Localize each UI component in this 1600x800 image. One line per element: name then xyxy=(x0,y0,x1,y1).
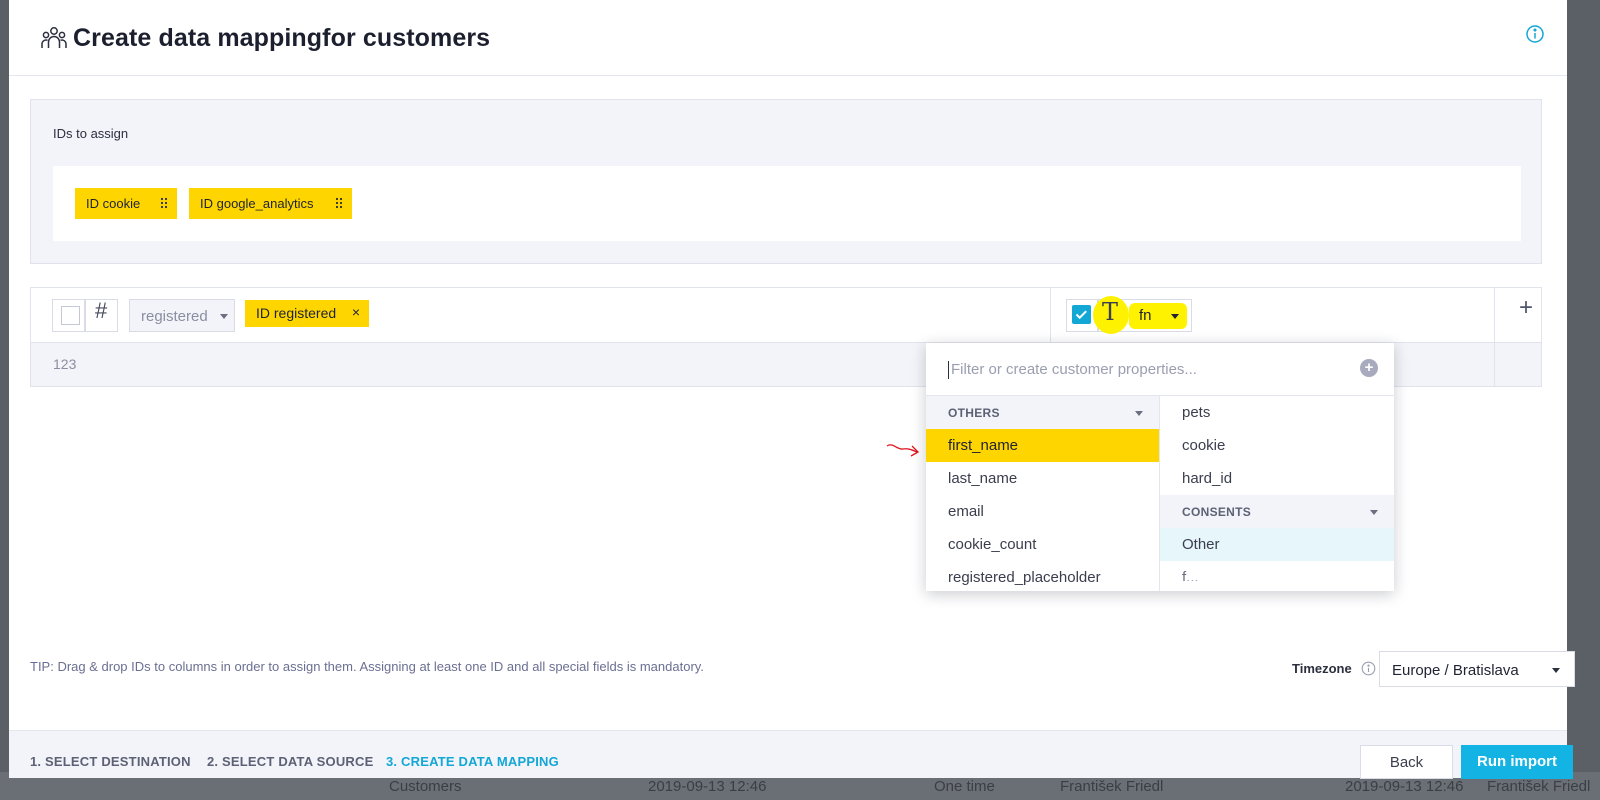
property-list-left: OTHERS first_name last_name email cookie… xyxy=(926,396,1160,591)
info-icon[interactable] xyxy=(1361,661,1376,676)
section-header-consents[interactable]: CONSENTS xyxy=(1160,495,1394,528)
bg-row-name: Customers xyxy=(389,778,462,795)
timezone-value: Europe / Bratislava xyxy=(1392,662,1519,679)
back-button[interactable]: Back xyxy=(1360,745,1453,779)
step-select-destination[interactable]: 1. SELECT DESTINATION xyxy=(30,754,191,769)
property-filter-bar: Filter or create customer properties... … xyxy=(926,343,1394,396)
annotation-arrow xyxy=(886,444,920,457)
number-type-icon[interactable]: # xyxy=(95,298,107,324)
assigned-id-label: ID registered xyxy=(256,305,337,321)
property-item-last-name[interactable]: last_name xyxy=(926,462,1159,495)
section-title: OTHERS xyxy=(948,406,1000,420)
property-item-cookie[interactable]: cookie xyxy=(1160,429,1394,462)
timezone-select[interactable]: Europe / Bratislava xyxy=(1379,651,1575,687)
modal-header: Create data mappingfor customers xyxy=(9,0,1567,76)
source-column-checkbox[interactable] xyxy=(61,306,80,325)
drag-handle-icon[interactable] xyxy=(335,197,343,209)
property-item-registered-placeholder[interactable]: registered_placeholder xyxy=(926,561,1159,591)
column-divider xyxy=(1494,288,1495,386)
section-header-others[interactable]: OTHERS xyxy=(926,396,1159,429)
chevron-down-icon xyxy=(220,314,228,319)
chevron-down-icon xyxy=(1171,314,1179,319)
bg-row-date: 2019-09-13 12:46 xyxy=(648,778,767,795)
section-title: CONSENTS xyxy=(1182,505,1252,519)
property-item-other[interactable]: Other xyxy=(1160,528,1394,561)
step-select-data-source[interactable]: 2. SELECT DATA SOURCE xyxy=(207,754,373,769)
property-item-truncated[interactable]: f... xyxy=(1160,561,1394,581)
property-dropdown: Filter or create customer properties... … xyxy=(926,343,1394,591)
info-icon[interactable] xyxy=(1525,24,1545,44)
target-property-select[interactable]: fn xyxy=(1129,303,1187,329)
target-property-value: fn xyxy=(1139,307,1152,324)
id-chip-label: ID cookie xyxy=(86,196,141,211)
property-item-pets[interactable]: pets xyxy=(1160,396,1394,429)
remove-id-icon[interactable]: × xyxy=(352,304,360,320)
bg-row-date-2: 2019-09-13 12:46 xyxy=(1345,778,1464,795)
chevron-down-icon xyxy=(1552,668,1560,673)
property-item-hard-id[interactable]: hard_id xyxy=(1160,462,1394,495)
bg-row-frequency: One time xyxy=(934,778,995,795)
sample-value: 123 xyxy=(53,356,77,372)
wizard-footer: 1. SELECT DESTINATION 2. SELECT DATA SOU… xyxy=(9,730,1573,779)
property-filter-input[interactable]: Filter or create customer properties... xyxy=(951,361,1197,378)
text-type-icon[interactable]: T xyxy=(1102,298,1118,326)
ids-chip-container: ID cookie ID google_analytics xyxy=(53,166,1521,241)
id-chip-google-analytics[interactable]: ID google_analytics xyxy=(189,188,352,219)
bg-row-user: František Friedl xyxy=(1060,778,1164,795)
add-column-button[interactable]: + xyxy=(1519,294,1533,322)
id-chip-cookie[interactable]: ID cookie xyxy=(75,188,177,219)
tip-text: TIP: Drag & drop IDs to columns in order… xyxy=(30,659,704,674)
ids-panel-label: IDs to assign xyxy=(53,126,129,141)
ids-to-assign-panel: IDs to assign ID cookie ID google_analyt… xyxy=(30,99,1542,264)
check-icon xyxy=(1075,310,1087,320)
mapping-header-row: # registered ID registered × T fn + xyxy=(31,288,1541,343)
chevron-down-icon xyxy=(1370,510,1378,515)
page-title: Create data mappingfor customers xyxy=(73,24,491,52)
create-property-icon[interactable]: + xyxy=(1360,359,1378,377)
drag-handle-icon[interactable] xyxy=(160,197,168,209)
property-item-email[interactable]: email xyxy=(926,495,1159,528)
source-column-select[interactable]: registered xyxy=(129,299,235,332)
source-column-value: registered xyxy=(141,308,208,325)
assigned-id-chip[interactable]: ID registered × xyxy=(245,300,369,327)
property-item-cookie-count[interactable]: cookie_count xyxy=(926,528,1159,561)
id-chip-label: ID google_analytics xyxy=(200,196,314,211)
property-list-right: pets cookie hard_id CONSENTS Other f... xyxy=(1160,396,1394,591)
property-item-first-name[interactable]: first_name xyxy=(926,429,1159,462)
people-icon xyxy=(41,27,67,48)
step-create-data-mapping[interactable]: 3. CREATE DATA MAPPING xyxy=(386,754,559,769)
target-column-checkbox[interactable] xyxy=(1072,305,1091,324)
bg-row-user-2: František Friedl xyxy=(1487,778,1591,795)
text-cursor xyxy=(948,361,949,379)
run-import-button[interactable]: Run import xyxy=(1461,745,1573,779)
chevron-down-icon xyxy=(1135,411,1143,416)
timezone-label: Timezone xyxy=(1292,661,1352,676)
